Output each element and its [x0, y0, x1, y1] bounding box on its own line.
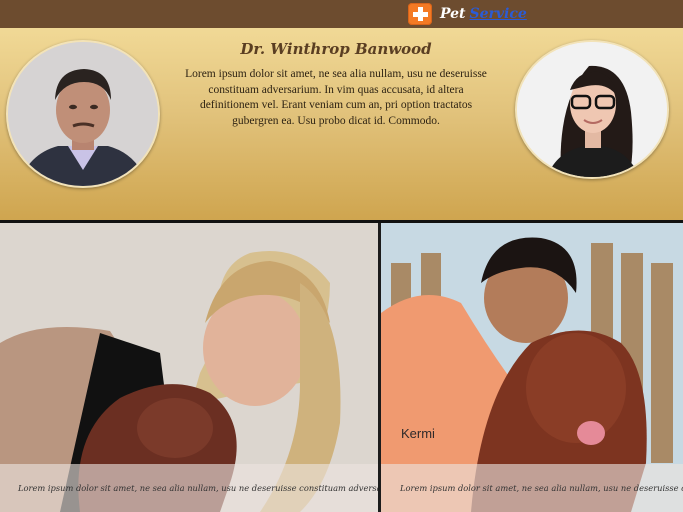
- gallery-caption-text: Lorem ipsum dolor sit amet, ne sea alia …: [400, 483, 683, 493]
- doctor-portrait: [8, 42, 158, 186]
- gallery-caption-text: Lorem ipsum dolor sit amet, ne sea alia …: [18, 483, 378, 493]
- doctor-bio: Lorem ipsum dolor sit amet, ne sea alia …: [185, 68, 487, 127]
- doctor-avatar: [6, 40, 160, 188]
- assistant-avatar: [515, 40, 669, 179]
- brand-title: Pet Service: [440, 6, 527, 22]
- gallery-caption: Lorem ipsum dolor sit amet, ne sea alia …: [381, 464, 683, 512]
- gallery-caption: Lorem ipsum dolor sit amet, ne sea alia …: [0, 464, 378, 512]
- brand-word-pet: Pet: [440, 6, 466, 22]
- brand-link[interactable]: Pet Service: [408, 2, 527, 26]
- plus-cross-icon: [408, 3, 432, 25]
- gallery-card-2[interactable]: Kermi Lorem ipsum dolor sit amet, ne sea…: [381, 223, 683, 512]
- doctor-name: Dr. Winthrop Banwood: [240, 40, 432, 58]
- gallery-card-1[interactable]: Lorem ipsum dolor sit amet, ne sea alia …: [0, 223, 378, 512]
- svg-text:Kermi: Kermi: [401, 426, 435, 441]
- top-bar: Pet Service: [0, 0, 683, 28]
- brand-word-service[interactable]: Service: [470, 6, 527, 22]
- assistant-portrait: [517, 42, 667, 177]
